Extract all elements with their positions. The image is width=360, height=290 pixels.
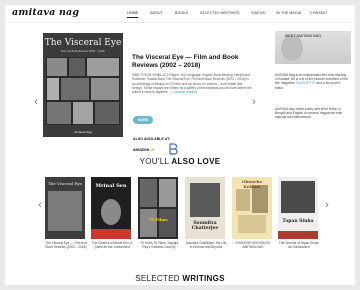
cover-title: The Visceral Eye	[44, 38, 122, 48]
book-caption[interactable]: The Visceral Eye — Film and Book Reviews…	[45, 241, 87, 249]
book-caption[interactable]: 75 Years 75 Films: Satyajit Ray's Cellul…	[138, 241, 180, 249]
author-bio-paragraph-2: AMITAVA also writes poetry and short fic…	[275, 107, 343, 120]
thumb-title: Mrinal Sen	[95, 183, 127, 189]
book-card[interactable]: The Visceral Eye The Visceral Eye — Film…	[45, 177, 88, 257]
nav-selected-writings[interactable]: SELECTED WRITINGS	[200, 11, 240, 15]
book-cover-icon: 75 Films	[138, 177, 178, 239]
also-love-heading-pre: YOU'LL	[139, 157, 169, 166]
cover-author: Amitava Nag	[74, 130, 92, 134]
slider-next-arrow-icon[interactable]: ›	[250, 96, 258, 108]
nav-in-the-media[interactable]: IN THE MEDIA	[276, 11, 301, 15]
silhouette-link[interactable]: SILHOUETTE	[296, 81, 316, 85]
book-card[interactable]: Soumitra Chatterjee Soumitra Chatterjee:…	[185, 177, 228, 257]
cover-photo-collage	[46, 57, 120, 125]
book-card[interactable]: 75 Films 75 Years 75 Films: Satyajit Ray…	[138, 177, 181, 257]
writings-heading-pre: SELECTED	[135, 274, 180, 283]
amazon-wordmark: amazon	[133, 147, 150, 152]
book-cover-icon: The Visceral Eye	[45, 177, 85, 239]
thumb-title: Ghunche Kekhon	[241, 179, 263, 189]
bookstore-icon[interactable]	[168, 143, 178, 155]
writings-heading-bold: WRITINGS	[182, 274, 225, 283]
carousel-next-arrow-icon[interactable]: ›	[323, 199, 331, 211]
book-caption[interactable]: Soumitra Chatterjee: His Life in Cinema …	[185, 241, 227, 249]
nav-videos[interactable]: VIDEOS	[251, 11, 265, 15]
nav-about[interactable]: ABOUT	[150, 11, 163, 15]
site-header: amitava nag HOME ABOUT BOOKS SELECTED WR…	[5, 5, 355, 23]
related-books-carousel: ‹ The Visceral Eye The Visceral Eye — Fi…	[5, 177, 355, 257]
book-cover-icon: Tapan Sinha	[278, 177, 318, 239]
nav-contact[interactable]: CONTACT	[310, 11, 328, 15]
book-cover-icon: Ghunche Kekhon	[232, 177, 272, 239]
continue-reading-link[interactable]: Continue reading	[172, 90, 196, 94]
meet-author-heading: MEET AMITAVA NAG	[285, 34, 322, 38]
more-button[interactable]: MORE	[133, 116, 153, 124]
nav-books[interactable]: BOOKS	[175, 11, 188, 15]
book-card[interactable]: Mrinal Sen The Cinema of Mrinal Sen: A Q…	[91, 177, 134, 257]
featured-book-title[interactable]: The Visceral Eye — Film and Book Reviews…	[132, 54, 257, 70]
book-card[interactable]: Tapan Sinha The Cinema of Tapan Sinha: A…	[278, 177, 321, 257]
featured-book-description: ISBN: 978-93-92086-43-2 Pages: 192 Langu…	[132, 73, 252, 109]
author-bio-paragraph: AMITAVA Nag is an independent film criti…	[275, 73, 349, 90]
book-card[interactable]: Ghunche Kekhon GHUNCHE KEKHON BY AMITAVA…	[232, 177, 275, 257]
amazon-logo[interactable]: amazon.in	[133, 147, 154, 152]
book-caption[interactable]: The Cinema of Mrinal Sen: A Quest for th…	[91, 241, 133, 249]
cover-subtitle: Film and Book Reviews (2002 – 2018)	[61, 50, 105, 53]
thumb-title: Soumitra Chatterjee	[191, 221, 219, 231]
book-caption[interactable]: The Cinema of Tapan Sinha: An Introducti…	[278, 241, 320, 249]
thumb-title: Tapan Sinha	[282, 219, 314, 224]
book-cover-icon: Soumitra Chatterjee	[185, 177, 225, 239]
selected-writings-heading: SELECTED WRITINGS	[5, 274, 355, 283]
page: amitava nag HOME ABOUT BOOKS SELECTED WR…	[5, 5, 355, 285]
nav-home[interactable]: HOME	[127, 11, 139, 18]
site-logo[interactable]: amitava nag	[12, 7, 79, 18]
book-caption[interactable]: GHUNCHE KEKHON BY AMITAVA NAG	[232, 241, 274, 249]
amazon-tld: .in	[149, 147, 155, 152]
carousel-prev-arrow-icon[interactable]: ‹	[36, 199, 44, 211]
also-love-heading: YOU'LL ALSO LOVE	[5, 157, 355, 166]
featured-book-slider: ‹ The Visceral Eye Film and Book Reviews…	[5, 25, 267, 155]
slider-prev-arrow-icon[interactable]: ‹	[32, 96, 40, 108]
also-available-label: ALSO AVAILABLE AT:	[133, 137, 171, 141]
book-cover-icon: Mrinal Sen	[91, 177, 131, 239]
also-love-heading-bold: ALSO LOVE	[171, 157, 221, 166]
featured-book-cover[interactable]: The Visceral Eye Film and Book Reviews (…	[43, 33, 123, 137]
thumb-title: 75 Films	[148, 217, 168, 222]
thumb-title: The Visceral Eye	[47, 181, 83, 186]
